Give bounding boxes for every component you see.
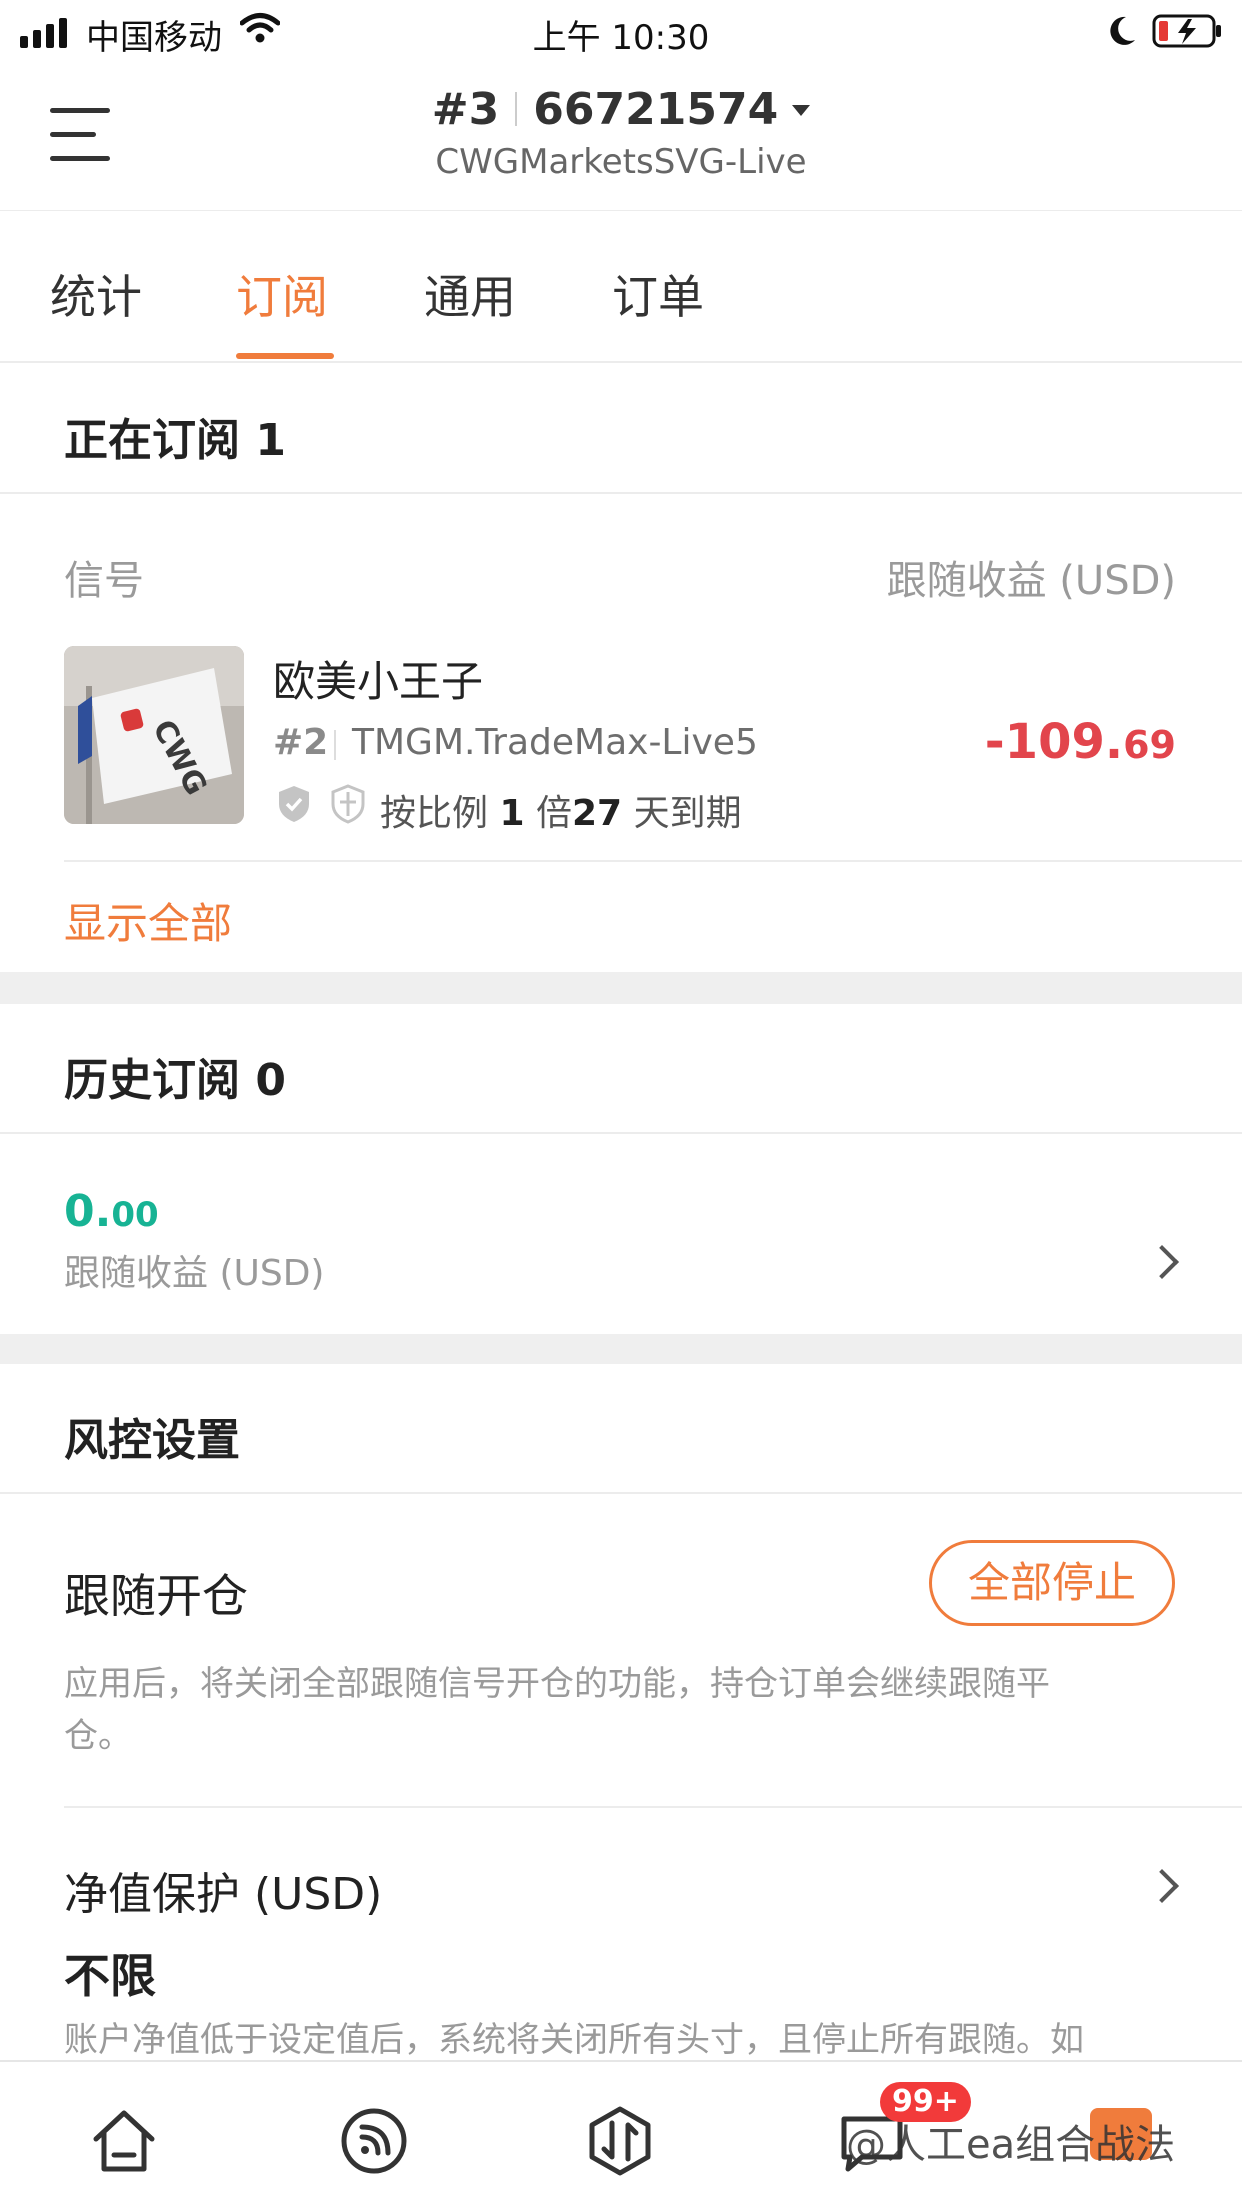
- home-icon[interactable]: [88, 2105, 160, 2177]
- signal-thumbnail: CWG: [64, 646, 244, 824]
- divider: [0, 1492, 1242, 1494]
- protection-shield-icon: [330, 784, 366, 828]
- current-subscriptions-title: 正在订阅 1: [64, 415, 286, 466]
- equity-protection-description: 账户净值低于设定值后，系统将关闭所有头寸，且停止所有跟随。如: [64, 2020, 1084, 2060]
- tab-subscriptions[interactable]: 订阅: [236, 261, 328, 327]
- stop-all-button[interactable]: 全部停止: [929, 1540, 1175, 1626]
- subscription-profit: -109.69: [984, 714, 1176, 770]
- moon-icon: [1106, 14, 1138, 52]
- profit-column-header: 跟随收益 (USD): [886, 558, 1176, 604]
- follow-mode: 按比例 1 倍27 天到期: [380, 793, 742, 834]
- trade-icon[interactable]: [584, 2105, 656, 2177]
- status-time: 上午 10:30: [532, 18, 710, 58]
- status-bar: 中国移动 上午 10:30: [0, 0, 1242, 62]
- tab-bar: 统计 订阅 通用 订单: [0, 210, 1242, 363]
- signal-separator: [334, 730, 336, 760]
- tab-general[interactable]: 通用: [424, 261, 516, 327]
- watermark-text: @人工ea组合战法: [846, 2122, 1176, 2168]
- history-profit-label: 跟随收益 (USD): [64, 1253, 325, 1294]
- section-gap: [0, 1334, 1242, 1364]
- follow-open-label: 跟随开仓: [64, 1569, 248, 1623]
- section-gap: [0, 972, 1242, 1004]
- caret-down-icon: [792, 105, 811, 116]
- active-tab-indicator: [236, 353, 334, 359]
- equity-protection-label: 净值保护 (USD): [64, 1869, 383, 1920]
- account-number: 66721574: [533, 84, 779, 135]
- tab-stats[interactable]: 统计: [50, 261, 142, 327]
- equity-protection-value: 不限: [64, 1949, 156, 2003]
- verified-shield-icon: [276, 784, 312, 828]
- divider: [64, 1806, 1242, 1808]
- signal-index: #2: [273, 722, 329, 763]
- battery-icon: [1152, 13, 1224, 53]
- account-selector[interactable]: #3 66721574: [0, 84, 1242, 135]
- history-profit-value: 0.00: [64, 1186, 159, 1237]
- tab-orders[interactable]: 订单: [612, 261, 704, 327]
- show-all-link[interactable]: 显示全部: [64, 890, 232, 951]
- signal-server: TMGM.TradeMax-Live5: [352, 722, 758, 763]
- follow-open-description: 应用后，将关闭全部跟随信号开仓的功能，持仓订单会继续跟随平 仓。: [64, 1664, 1050, 1756]
- feed-icon[interactable]: [338, 2105, 410, 2177]
- account-index: #3: [431, 84, 500, 135]
- signal-name: 欧美小王子: [273, 657, 484, 706]
- signal-column-header: 信号: [64, 558, 144, 604]
- history-subscriptions-title: 历史订阅 0: [64, 1055, 286, 1106]
- divider: [64, 860, 1242, 862]
- risk-control-title: 风控设置: [64, 1415, 240, 1466]
- account-server: CWGMarketsSVG-Live: [435, 142, 807, 182]
- history-profit-row[interactable]: [0, 1134, 1242, 1334]
- divider: [0, 492, 1242, 494]
